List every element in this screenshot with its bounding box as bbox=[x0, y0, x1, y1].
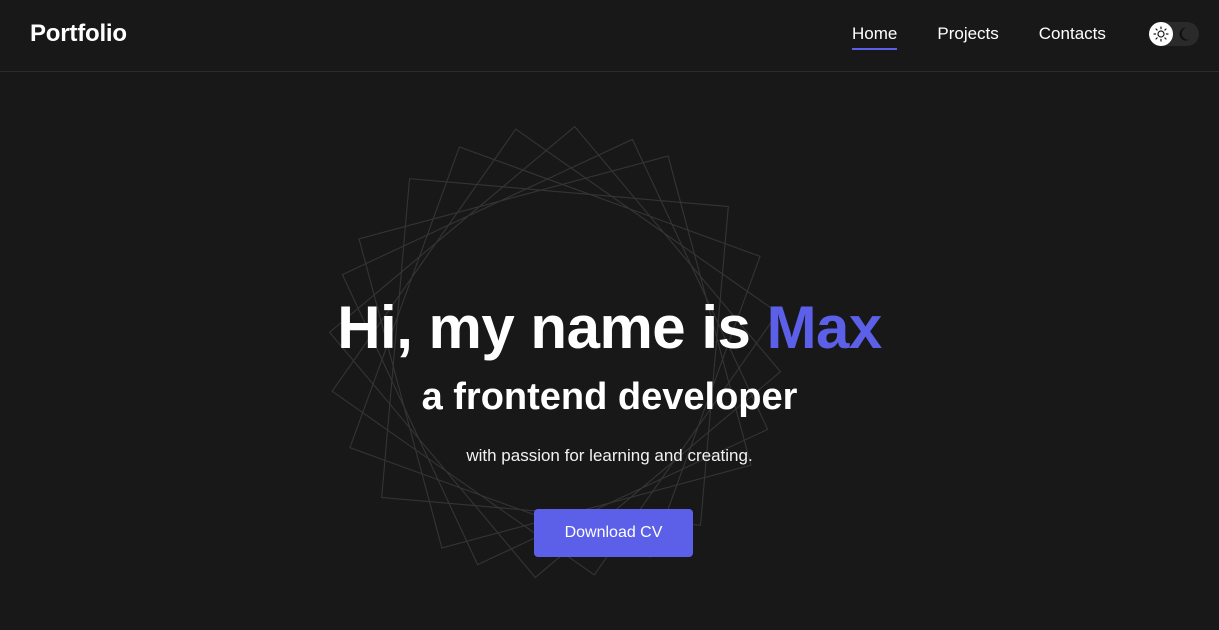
hero-section: Hi, my name is Max a frontend developer … bbox=[0, 0, 1219, 630]
title-prefix: Hi, my name is bbox=[337, 294, 751, 361]
hero-tagline: with passion for learning and creating. bbox=[466, 446, 753, 465]
title-name: Max bbox=[766, 294, 883, 361]
hero-subtitle: a frontend developer bbox=[421, 376, 798, 418]
hero-title: Hi, my name is Max bbox=[0, 292, 1219, 364]
download-cv-button[interactable]: Download CV bbox=[534, 509, 693, 557]
